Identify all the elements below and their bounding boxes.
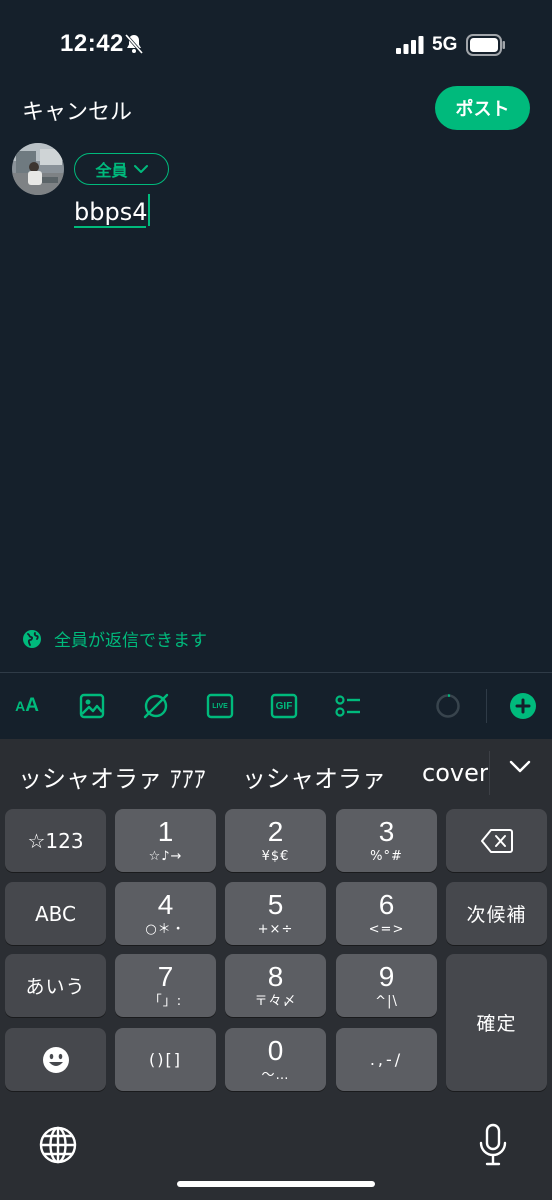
gif-button[interactable]: GIF — [269, 691, 299, 721]
character-counter — [433, 691, 463, 721]
compose-text: bbps4 — [74, 198, 148, 226]
key-3-sub: %°# — [370, 848, 403, 864]
live-button[interactable]: LIVE — [205, 691, 235, 721]
add-icon — [510, 693, 536, 719]
text-cursor — [148, 194, 151, 226]
chevron-down-icon — [133, 165, 148, 173]
key-8[interactable]: 8 〒々〆 — [225, 954, 326, 1017]
key-2[interactable]: 2 ¥$€ — [225, 809, 326, 872]
microphone-icon[interactable] — [478, 1123, 508, 1167]
text-size-icon-big: A — [25, 695, 39, 716]
key-5-sub: +×÷ — [257, 921, 294, 937]
keyboard: ッシャオラァ ｱｱｱ ッシャオラァ cover ☆123 1 ☆♪→ 2 ¥$€… — [0, 739, 552, 1200]
suggestion-3[interactable]: cover — [422, 759, 488, 787]
key-4-sub: ○＊・ — [145, 921, 186, 937]
key-6-main: 6 — [378, 888, 395, 920]
poll-button[interactable] — [333, 691, 363, 721]
key-6-sub: <=> — [368, 921, 405, 937]
suggestion-2[interactable]: ッシャオラァ — [242, 759, 386, 794]
key-kana[interactable]: あいう — [5, 954, 106, 1017]
emoji-icon — [42, 1046, 69, 1073]
key-next-candidate[interactable]: 次候補 — [446, 882, 547, 945]
key-4-main: 4 — [157, 888, 174, 920]
image-button[interactable] — [77, 691, 107, 721]
suggestion-bar: ッシャオラァ ｱｱｱ ッシャオラァ cover — [0, 739, 552, 807]
key-brackets-label: ()[] — [149, 1050, 182, 1069]
key-symbols[interactable]: ☆123 — [5, 809, 106, 872]
key-0-main: 0 — [267, 1034, 284, 1066]
key-kana-label: あいう — [25, 976, 86, 998]
status-time: 12:42 — [60, 30, 124, 57]
no-entry-icon — [143, 693, 169, 719]
key-confirm[interactable]: 確定 — [446, 954, 547, 1091]
post-button[interactable]: ポスト — [435, 86, 530, 130]
grok-button[interactable] — [141, 691, 171, 721]
key-brackets[interactable]: ()[] — [115, 1028, 216, 1091]
poll-icon — [335, 695, 360, 717]
key-delete[interactable] — [446, 809, 547, 872]
key-2-sub: ¥$€ — [261, 848, 290, 864]
text-size-icon-small: A — [15, 698, 26, 714]
key-6[interactable]: 6 <=> — [336, 882, 437, 945]
key-9-sub: ^|\ — [375, 993, 398, 1009]
image-icon — [79, 693, 105, 719]
live-label: LIVE — [212, 702, 228, 710]
key-abc[interactable]: ABC — [5, 882, 106, 945]
key-5-main: 5 — [267, 888, 284, 920]
globe-icon[interactable] — [38, 1125, 78, 1165]
key-punctuation-label: .,-/ — [369, 1050, 404, 1069]
text-size-button[interactable]: AA — [12, 691, 42, 721]
key-abc-label: ABC — [34, 901, 76, 926]
key-1-main: 1 — [157, 815, 174, 847]
key-8-sub: 〒々〆 — [254, 993, 297, 1009]
key-9[interactable]: 9 ^|\ — [336, 954, 437, 1017]
cancel-button[interactable]: キャンセル — [22, 94, 132, 126]
key-1-sub: ☆♪→ — [148, 848, 183, 864]
key-0-sub: 〜… — [261, 1067, 290, 1083]
battery-icon — [466, 34, 505, 56]
key-8-main: 8 — [267, 960, 284, 992]
compose-toolbar: AA LIVE GIF — [0, 673, 552, 739]
compose-input[interactable]: bbps4 — [74, 194, 151, 228]
gif-label: GIF — [275, 700, 293, 712]
chevron-down-icon[interactable] — [508, 759, 532, 775]
avatar[interactable] — [12, 143, 64, 195]
key-emoji[interactable] — [5, 1028, 106, 1091]
key-punctuation[interactable]: .,-/ — [336, 1028, 437, 1091]
key-7-sub: 「」: — [148, 993, 183, 1009]
signal-icon — [396, 36, 424, 54]
home-indicator[interactable] — [177, 1181, 375, 1187]
audience-selector[interactable]: 全員 — [74, 153, 169, 185]
delete-icon — [480, 828, 513, 853]
audience-label: 全員 — [95, 161, 128, 180]
key-3[interactable]: 3 %°# — [336, 809, 437, 872]
key-7-main: 7 — [157, 960, 174, 992]
key-9-main: 9 — [378, 960, 395, 992]
suggestion-separator — [489, 751, 490, 795]
bell-slash-icon — [124, 34, 144, 54]
key-next-candidate-label: 次候補 — [466, 904, 527, 926]
toolbar-separator — [486, 689, 487, 723]
globe-icon — [23, 629, 41, 648]
key-symbols-label: ☆123 — [27, 828, 84, 853]
key-0[interactable]: 0 〜… — [225, 1028, 326, 1091]
key-1[interactable]: 1 ☆♪→ — [115, 809, 216, 872]
suggestion-1[interactable]: ッシャオラァ ｱｱｱ — [18, 759, 206, 794]
marked-text-underline — [74, 226, 147, 228]
progress-ring-icon — [436, 694, 460, 718]
key-4[interactable]: 4 ○＊・ — [115, 882, 216, 945]
add-thread-button[interactable] — [508, 691, 538, 721]
key-3-main: 3 — [378, 815, 395, 847]
key-2-main: 2 — [267, 815, 284, 847]
network-type: 5G — [432, 34, 458, 55]
key-5[interactable]: 5 +×÷ — [225, 882, 326, 945]
reply-setting[interactable]: 全員が返信できます — [22, 626, 207, 651]
reply-setting-label: 全員が返信できます — [54, 631, 207, 651]
status-bar: 12:42 5G — [0, 0, 552, 90]
key-confirm-label: 確定 — [476, 1013, 517, 1035]
key-7[interactable]: 7 「」: — [115, 954, 216, 1017]
